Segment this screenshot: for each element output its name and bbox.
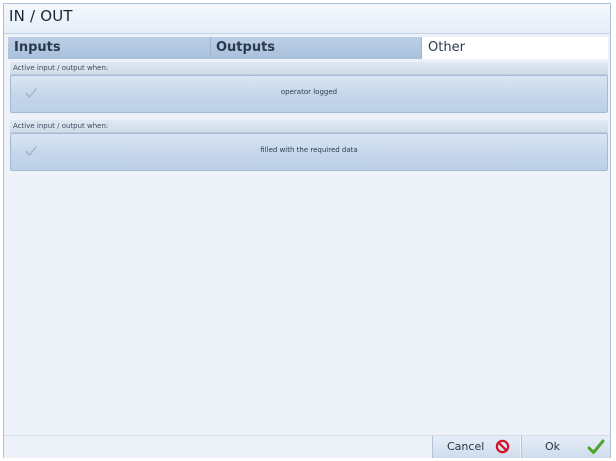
tab-outputs[interactable]: Outputs	[211, 37, 422, 59]
empty-content-area	[10, 175, 608, 433]
section-header-1: Active input / output when:	[10, 62, 608, 75]
option-filled-required-data[interactable]: filled with the required data	[10, 133, 608, 171]
no-entry-icon	[495, 439, 510, 454]
title-bar: IN / OUT	[4, 4, 610, 34]
option-label: operator logged	[280, 88, 338, 96]
dialog-title: IN / OUT	[9, 7, 73, 25]
cancel-button[interactable]: Cancel	[432, 436, 520, 458]
tab-other-label: Other	[428, 40, 465, 55]
ok-button-label: Ok	[545, 440, 561, 453]
section-header-2: Active input / output when:	[10, 120, 608, 133]
tab-inputs[interactable]: Inputs	[8, 37, 211, 59]
ok-button[interactable]: Ok	[521, 436, 610, 458]
tab-outputs-label: Outputs	[216, 40, 276, 55]
tab-other[interactable]: Other	[422, 37, 608, 59]
option-operator-logged[interactable]: operator logged	[10, 75, 608, 113]
tab-inputs-label: Inputs	[14, 40, 61, 55]
option-label: filled with the required data	[260, 146, 358, 154]
tab-bar: Inputs Outputs Other	[8, 37, 608, 59]
in-out-dialog: IN / OUT Inputs Outputs Other Active inp…	[3, 3, 611, 458]
cancel-button-label: Cancel	[447, 440, 485, 453]
green-check-icon	[587, 439, 605, 454]
button-bar: Cancel Ok	[4, 435, 610, 458]
